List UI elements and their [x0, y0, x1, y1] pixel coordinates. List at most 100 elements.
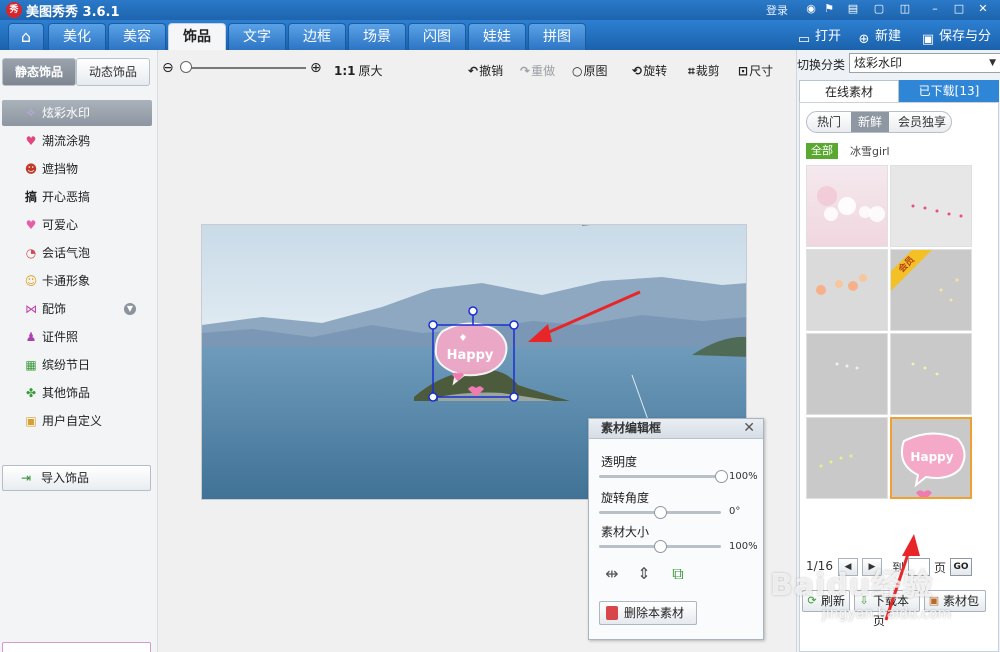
- tab-face[interactable]: 美容: [108, 23, 166, 50]
- skin-icon[interactable]: ◫: [898, 2, 912, 16]
- tab-doll[interactable]: 娃娃: [468, 23, 526, 50]
- save-icon: ▣: [921, 32, 935, 47]
- delete-material-button[interactable]: 删除本素材: [599, 601, 697, 625]
- tab-collage[interactable]: 拼图: [528, 23, 586, 50]
- filter-new[interactable]: 新鲜: [851, 112, 889, 132]
- sidebar-item-color-watermark[interactable]: ✧ 炫彩水印: [2, 100, 152, 126]
- sidebar-item-cartoon[interactable]: ☺ 卡通形象: [2, 268, 152, 294]
- sidebar-item-custom[interactable]: ▣ 用户自定义: [2, 408, 152, 434]
- login-link[interactable]: 登录: [766, 2, 788, 18]
- sidebar-item-funny[interactable]: 搞开心恶搞: [2, 184, 152, 210]
- new-button[interactable]: ⊕ 新建: [856, 25, 901, 48]
- opacity-slider-handle[interactable]: [715, 470, 728, 483]
- material-thumb-2[interactable]: [890, 165, 972, 247]
- yellow-sparkle-thumb: [911, 362, 939, 376]
- weibo-icon[interactable]: ◉: [804, 2, 818, 16]
- tab-frame[interactable]: 边框: [288, 23, 346, 50]
- opacity-label: 透明度: [601, 455, 638, 469]
- zoom-slider-handle[interactable]: [180, 61, 192, 73]
- close-window-icon[interactable]: ✕: [976, 2, 990, 16]
- close-icon[interactable]: ✕: [743, 419, 755, 438]
- sidebar-bottom-button[interactable]: [2, 642, 151, 652]
- tab-downloaded[interactable]: 已下载[13]: [899, 80, 999, 102]
- tab-online-material[interactable]: 在线素材: [799, 80, 899, 102]
- material-thumb-3[interactable]: [806, 249, 888, 331]
- redo-button[interactable]: ↷重做: [520, 62, 555, 79]
- resize-handle-tr[interactable]: [509, 320, 519, 330]
- all-tag[interactable]: 全部: [806, 143, 838, 159]
- sidebar-item-speech-bubble[interactable]: ◔ 会话气泡: [2, 240, 152, 266]
- material-thumb-7[interactable]: [806, 417, 888, 499]
- actual-size-button[interactable]: 1:1 原大: [334, 62, 383, 79]
- sparkle-line-thumb: [911, 204, 963, 218]
- tab-dynamic-accessories[interactable]: 动态饰品: [76, 58, 150, 86]
- tab-static-accessories[interactable]: 静态饰品: [2, 58, 76, 86]
- folder-icon: ▭: [797, 32, 811, 47]
- menu-icon[interactable]: ▤: [846, 2, 860, 16]
- sidebar-item-festival[interactable]: ▦ 缤纷节日: [2, 352, 152, 378]
- main-nav: ⌂ 美化 美容 饰品 文字 边框 场景 闪图 娃娃 拼图 ▭ 打开 ⊕ 新建 ▣ 保存…: [0, 20, 1000, 67]
- tab-home[interactable]: ⌂: [8, 23, 44, 50]
- sidebar-item-cover[interactable]: ☻ 遮挡物: [2, 156, 152, 182]
- go-button[interactable]: GO: [950, 558, 972, 576]
- maximize-icon[interactable]: □: [952, 2, 966, 16]
- heart-icon: ♥: [25, 218, 37, 232]
- baidu-watermark: Baidu经验: [770, 568, 934, 603]
- blocker-icon: ☻: [24, 162, 38, 176]
- flip-horizontal-icon[interactable]: ⇹: [601, 563, 623, 585]
- undo-button[interactable]: ↶撤销: [468, 62, 503, 79]
- tab-beautify[interactable]: 美化: [48, 23, 106, 50]
- material-thumb-6[interactable]: [890, 333, 972, 415]
- zoom-slider[interactable]: [184, 67, 306, 69]
- sidebar-item-ornament[interactable]: ⋈ 配饰 ▼: [2, 296, 152, 322]
- import-accessory-button[interactable]: ⇥ 导入饰品: [2, 465, 151, 491]
- zoom-in-icon[interactable]: ⊕: [310, 60, 322, 76]
- happy-bubble-thumb: Happy: [900, 432, 966, 497]
- author-tag[interactable]: 冰雪girl: [850, 143, 890, 159]
- funny-icon: 搞: [24, 190, 37, 204]
- resize-handle-br[interactable]: [509, 392, 519, 402]
- sidebar-item-id-photo[interactable]: ♟ 证件照: [2, 324, 152, 350]
- flip-vertical-icon[interactable]: ⇕: [633, 563, 655, 585]
- rotate-icon: ⟲: [632, 64, 643, 78]
- sidebar-item-cute-heart[interactable]: ♥ 可爱心: [2, 212, 152, 238]
- sidebar: 静态饰品 动态饰品 ✧ 炫彩水印 ♥ 潮流涂鸦 ☻ 遮挡物 搞开心恶搞 ♥ 可爱心 ◔ 会…: [0, 50, 158, 652]
- sidebar-item-graffiti[interactable]: ♥ 潮流涂鸦: [2, 128, 152, 154]
- minimize-icon[interactable]: –: [928, 2, 942, 16]
- open-button[interactable]: ▭ 打开: [796, 25, 841, 48]
- chat-icon[interactable]: ▢: [872, 2, 886, 16]
- rotate-button[interactable]: ⟲旋转: [632, 62, 667, 79]
- filter-vip[interactable]: 会员独享: [891, 112, 953, 132]
- opacity-slider[interactable]: [599, 475, 721, 478]
- copy-icon[interactable]: ⧉: [667, 563, 689, 585]
- sticker-text: Happy: [447, 348, 494, 363]
- zoom-out-icon[interactable]: ⊖: [162, 60, 174, 76]
- material-tabs: 在线素材 已下载[13]: [799, 80, 1000, 102]
- material-thumb-1[interactable]: [806, 165, 888, 247]
- size-button[interactable]: ⊡尺寸: [738, 62, 773, 79]
- filter-group: 热门 新鲜 会员独享: [806, 111, 952, 133]
- expand-icon[interactable]: ▼: [124, 303, 136, 315]
- resize-handle-tl[interactable]: [428, 320, 438, 330]
- tab-text[interactable]: 文字: [228, 23, 286, 50]
- share-icon[interactable]: ⚑: [822, 2, 836, 16]
- size-slider-handle[interactable]: [654, 540, 667, 553]
- category-select[interactable]: 炫彩水印 ▼: [849, 53, 1000, 73]
- sidebar-item-other[interactable]: ✤ 其他饰品: [2, 380, 152, 406]
- rotate-handle[interactable]: [468, 306, 478, 316]
- tab-flash[interactable]: 闪图: [408, 23, 466, 50]
- crop-button[interactable]: ⌗裁剪: [688, 62, 720, 79]
- opacity-value: 100%: [729, 471, 758, 482]
- watermark-url: jingyan.baidu.com: [822, 606, 952, 622]
- rotation-slider-handle[interactable]: [654, 506, 667, 519]
- material-thumb-8-selected[interactable]: Happy: [890, 417, 972, 499]
- resize-handle-bl[interactable]: [428, 392, 438, 402]
- tab-scene[interactable]: 场景: [348, 23, 406, 50]
- original-button[interactable]: ○原图: [572, 62, 608, 79]
- tab-accessories[interactable]: 饰品: [168, 23, 226, 50]
- material-thumb-5[interactable]: [806, 333, 888, 415]
- trash-icon: [606, 606, 618, 620]
- material-thumb-4-vip[interactable]: 会员: [890, 249, 972, 331]
- material-editor-panel: 素材编辑框 ✕ 透明度 100% 旋转角度 0° 素材大小 100% ⇹ ⇕ ⧉…: [588, 418, 764, 640]
- filter-hot[interactable]: 热门: [807, 112, 851, 132]
